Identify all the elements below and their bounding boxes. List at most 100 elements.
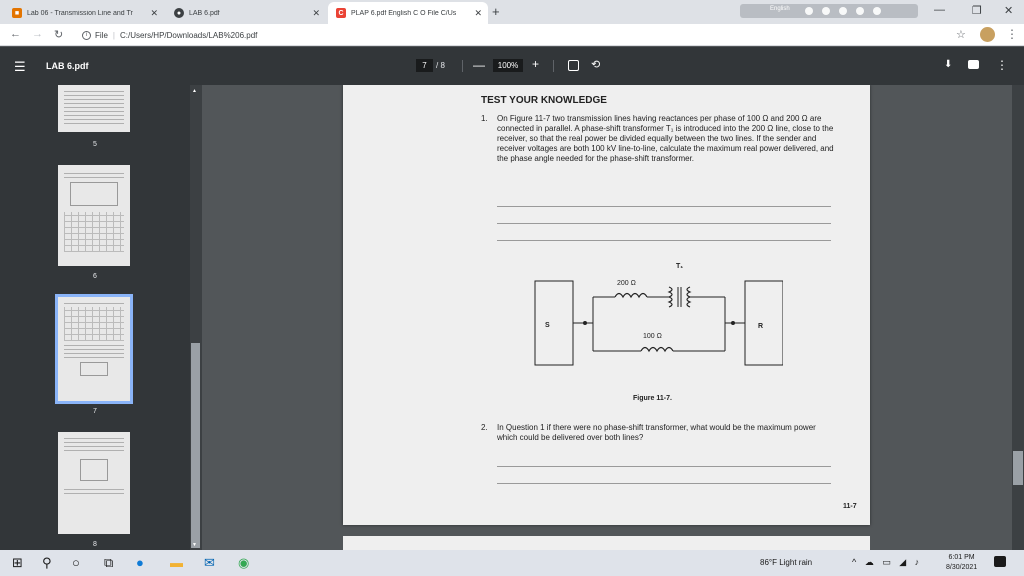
extension-label: English [770, 6, 790, 12]
toolbar-divider [462, 60, 463, 72]
lower-reactance-label: 100 Ω [643, 333, 662, 340]
forward-icon[interactable]: → [32, 28, 43, 40]
thumbnail-number: 8 [93, 541, 97, 548]
pdf-page: TEST YOUR KNOWLEDGE 1. On Figure 11-7 tw… [343, 85, 870, 525]
task-view-icon[interactable]: ⧉ [104, 555, 113, 571]
question-number: 2. [481, 423, 488, 432]
print-icon[interactable] [968, 60, 979, 69]
minimize-icon[interactable]: — [934, 4, 945, 16]
extension-icon[interactable] [839, 7, 847, 15]
answer-line [497, 223, 831, 224]
extension-icon[interactable] [822, 7, 830, 15]
question-1-text: On Figure 11-7 two transmission lines ha… [497, 114, 834, 163]
extension-icons [805, 7, 881, 15]
close-icon[interactable]: ✕ [150, 8, 158, 19]
thumbnail-content [64, 303, 124, 380]
page-number-input[interactable]: 7 [416, 59, 433, 72]
pdf-viewer: TEST YOUR KNOWLEDGE 1. On Figure 11-7 tw… [202, 85, 1024, 550]
browser-menu-icon[interactable]: ⋮ [1006, 27, 1018, 41]
windows-taskbar: ⊞ ⚲ ○ ⧉ ● ▬ ✉ ◉ 86°F Light rain ^ ☁ ▭ ◢ … [0, 550, 1024, 576]
chrome-icon[interactable]: ◉ [238, 555, 249, 571]
thumbnail-page-8[interactable] [58, 432, 130, 534]
figure-caption: Figure 11-7. [633, 395, 672, 402]
new-tab-button[interactable]: + [492, 4, 500, 19]
zoom-out-button[interactable]: — [473, 58, 485, 72]
system-tray-icons[interactable]: ^ ☁ ▭ ◢ ♪ [852, 557, 922, 568]
thumbnail-page-5[interactable] [58, 85, 130, 132]
scroll-down-icon[interactable]: ▼ [192, 542, 197, 548]
toolbar-divider [553, 60, 554, 72]
receiver-label: R [758, 323, 764, 330]
bookmark-star-icon[interactable]: ☆ [956, 28, 966, 41]
window-close-icon[interactable]: ✕ [1004, 4, 1013, 17]
clock-date: 8/30/2021 [946, 564, 978, 571]
reload-icon[interactable]: ↻ [54, 28, 63, 41]
sidebar-scrollbar-thumb[interactable] [191, 343, 200, 548]
tab-lab06[interactable]: ■ Lab 06 - Transmission Line and Tr ✕ [4, 2, 164, 24]
more-actions-icon[interactable]: ⋮ [996, 58, 1008, 72]
thumbnail-page-6[interactable] [58, 165, 130, 266]
upper-reactance-label: 200 Ω [617, 280, 636, 287]
thumbnail-content [64, 173, 124, 252]
url-field[interactable]: i File | C:/Users/HP/Downloads/LAB%206.p… [82, 27, 982, 43]
thumbnail-content [64, 438, 124, 497]
restore-icon[interactable]: ❐ [972, 4, 982, 17]
url-text: C:/Users/HP/Downloads/LAB%206.pdf [119, 30, 258, 40]
windows-start-icon[interactable]: ⊞ [12, 555, 23, 571]
menu-icon[interactable]: ☰ [14, 59, 26, 75]
pdf-toolbar: ☰ LAB 6.pdf 7 / 8 — 100% + ⟲ ⬇ ⋮ [0, 47, 1024, 85]
extension-icon[interactable] [856, 7, 864, 15]
tab-plap6pdf[interactable]: C PLAP 6.pdf English C O File C/Us ✕ [328, 2, 488, 24]
tab-favicon-icon: ■ [12, 8, 22, 18]
receiver-box [744, 280, 783, 366]
extension-icon[interactable] [873, 7, 881, 15]
close-icon[interactable]: ✕ [312, 8, 320, 19]
tab-favicon-icon: ● [174, 8, 184, 18]
edge-icon[interactable]: ● [136, 555, 144, 570]
section-heading: TEST YOUR KNOWLEDGE [481, 95, 607, 106]
thumbnail-content [64, 91, 124, 127]
figure-11-7-diagram [534, 280, 783, 366]
notification-icon[interactable] [994, 556, 1006, 567]
info-icon[interactable]: i [82, 30, 91, 40]
search-icon[interactable]: ⚲ [42, 555, 52, 571]
url-prefix: File [95, 30, 108, 40]
download-icon[interactable]: ⬇ [944, 59, 952, 70]
page-number: 11-7 [843, 503, 857, 510]
thumbnail-number: 6 [93, 273, 97, 280]
sender-box [534, 280, 574, 366]
profile-avatar[interactable] [980, 27, 995, 42]
viewer-scrollbar-thumb[interactable] [1013, 451, 1023, 485]
scroll-up-icon[interactable]: ▲ [192, 88, 197, 94]
mail-icon[interactable]: ✉ [204, 555, 215, 571]
back-icon[interactable]: ← [10, 28, 21, 40]
zoom-in-button[interactable]: + [532, 57, 539, 71]
tab-strip: ■ Lab 06 - Transmission Line and Tr ✕ ● … [0, 0, 1024, 24]
sender-label: S [545, 322, 550, 329]
address-bar: ← → ↻ i File | C:/Users/HP/Downloads/LAB… [0, 24, 1024, 46]
rotate-icon[interactable]: ⟲ [591, 58, 600, 71]
tab-favicon-icon: C [336, 8, 346, 18]
answer-line [497, 240, 831, 241]
url-separator: | [112, 30, 115, 40]
close-icon[interactable]: ✕ [474, 8, 482, 19]
fit-page-icon[interactable] [568, 60, 579, 71]
weather-widget[interactable]: 86°F Light rain [760, 558, 812, 567]
page-total: / 8 [436, 61, 445, 70]
cortana-icon[interactable]: ○ [72, 555, 80, 570]
tab-label: LAB 6.pdf [189, 9, 220, 17]
thumbnail-number: 5 [93, 141, 97, 148]
document-title: LAB 6.pdf [46, 61, 89, 71]
question-number: 1. [481, 114, 488, 123]
answer-line [497, 206, 831, 207]
answer-line [497, 466, 831, 467]
thumbnail-page-7[interactable] [55, 294, 133, 404]
tab-lab6pdf[interactable]: ● LAB 6.pdf ✕ [166, 2, 326, 24]
clock-time: 6:01 PM [948, 554, 975, 561]
file-explorer-icon[interactable]: ▬ [170, 555, 183, 570]
zoom-input[interactable]: 100% [493, 59, 523, 72]
extension-icon[interactable] [805, 7, 813, 15]
clock[interactable]: 6:01 PM 8/30/2021 [946, 553, 977, 573]
tab-label: Lab 06 - Transmission Line and Tr [27, 9, 133, 17]
question-2-text: In Question 1 if there were no phase-shi… [497, 423, 816, 442]
